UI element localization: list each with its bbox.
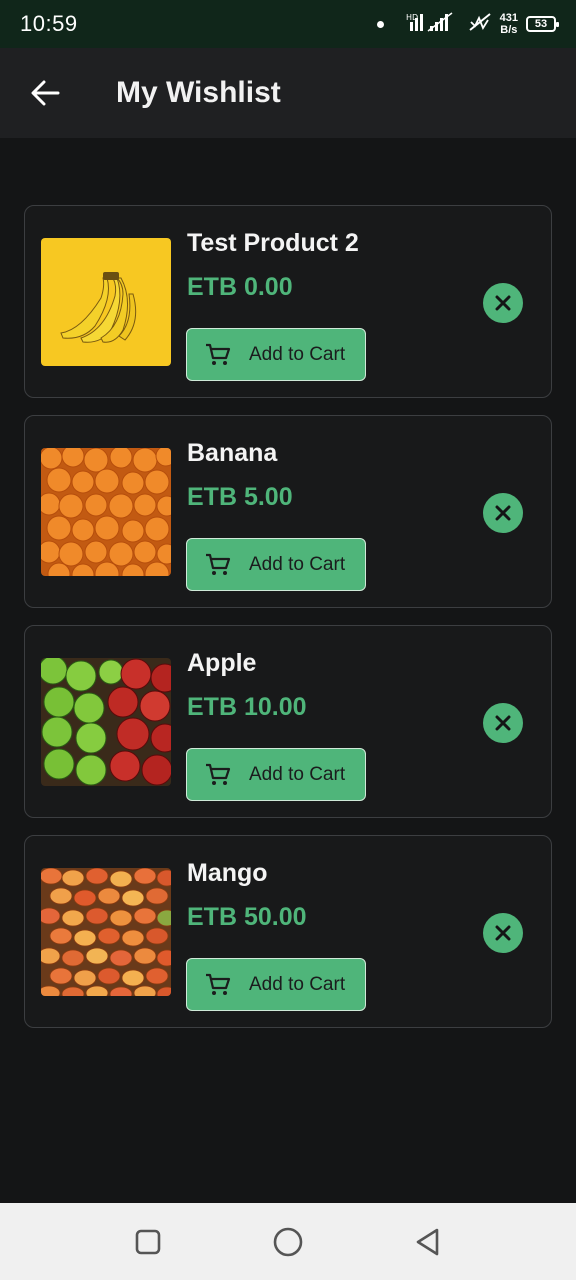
remove-button[interactable] <box>483 283 523 323</box>
product-image <box>41 868 171 996</box>
product-image <box>41 238 171 366</box>
product-name: Banana <box>187 439 278 467</box>
net-speed: 431 B/s <box>500 12 518 36</box>
wishlist-list: Test Product 2 ETB 0.00 Add to Cart Bana… <box>24 205 552 1045</box>
close-icon <box>495 925 511 941</box>
net-speed-value: 431 <box>499 12 518 24</box>
add-to-cart-label: Add to Cart <box>249 763 346 785</box>
arrow-left-icon <box>31 80 60 106</box>
status-icons: HD 431 B/s 53 <box>376 11 559 37</box>
cart-icon <box>206 343 231 365</box>
close-icon <box>495 715 511 731</box>
back-button[interactable] <box>0 48 90 138</box>
app-bar: My Wishlist <box>0 48 576 138</box>
remove-button[interactable] <box>483 913 523 953</box>
wishlist-item: Mango ETB 50.00 Add to Cart <box>24 835 552 1028</box>
status-bar: 10:59 HD 431 B/s 53 <box>0 0 576 48</box>
product-image <box>41 448 171 576</box>
cart-icon <box>206 763 231 785</box>
add-to-cart-label: Add to Cart <box>249 553 346 575</box>
product-name: Mango <box>187 859 268 887</box>
add-to-cart-button[interactable]: Add to Cart <box>186 328 366 381</box>
system-nav-bar <box>0 1203 576 1280</box>
wishlist-item: Apple ETB 10.00 Add to Cart <box>24 625 552 818</box>
close-icon <box>495 505 511 521</box>
remove-button[interactable] <box>483 703 523 743</box>
product-name: Apple <box>187 649 257 677</box>
product-price: ETB 50.00 <box>187 903 307 931</box>
battery-level: 53 <box>534 18 548 30</box>
product-image <box>41 658 171 786</box>
home-button[interactable] <box>268 1222 308 1262</box>
signal-icon: HD <box>406 11 460 37</box>
cart-icon <box>206 553 231 575</box>
add-to-cart-label: Add to Cart <box>249 973 346 995</box>
wishlist-item: Test Product 2 ETB 0.00 Add to Cart <box>24 205 552 398</box>
cart-icon <box>206 973 231 995</box>
product-price: ETB 10.00 <box>187 693 307 721</box>
wishlist-item: Banana ETB 5.00 Add to Cart <box>24 415 552 608</box>
close-icon <box>495 295 511 311</box>
product-price: ETB 5.00 <box>187 483 293 511</box>
home-circle-icon <box>273 1227 303 1256</box>
add-to-cart-button[interactable]: Add to Cart <box>186 748 366 801</box>
net-speed-unit: B/s <box>500 24 518 36</box>
page-title: My Wishlist <box>116 76 281 109</box>
recents-button[interactable] <box>128 1222 168 1262</box>
status-time: 10:59 <box>20 11 78 36</box>
back-nav-button[interactable] <box>408 1222 448 1262</box>
recents-square-icon <box>135 1229 161 1254</box>
wifi-off-icon <box>468 12 492 37</box>
product-name: Test Product 2 <box>187 229 359 257</box>
add-to-cart-button[interactable]: Add to Cart <box>186 538 366 591</box>
notification-dot-icon <box>376 20 384 28</box>
add-to-cart-label: Add to Cart <box>249 343 346 365</box>
product-price: ETB 0.00 <box>187 273 293 301</box>
battery-icon: 53 <box>526 16 559 32</box>
remove-button[interactable] <box>483 493 523 533</box>
add-to-cart-button[interactable]: Add to Cart <box>186 958 366 1011</box>
back-triangle-icon <box>416 1228 439 1255</box>
